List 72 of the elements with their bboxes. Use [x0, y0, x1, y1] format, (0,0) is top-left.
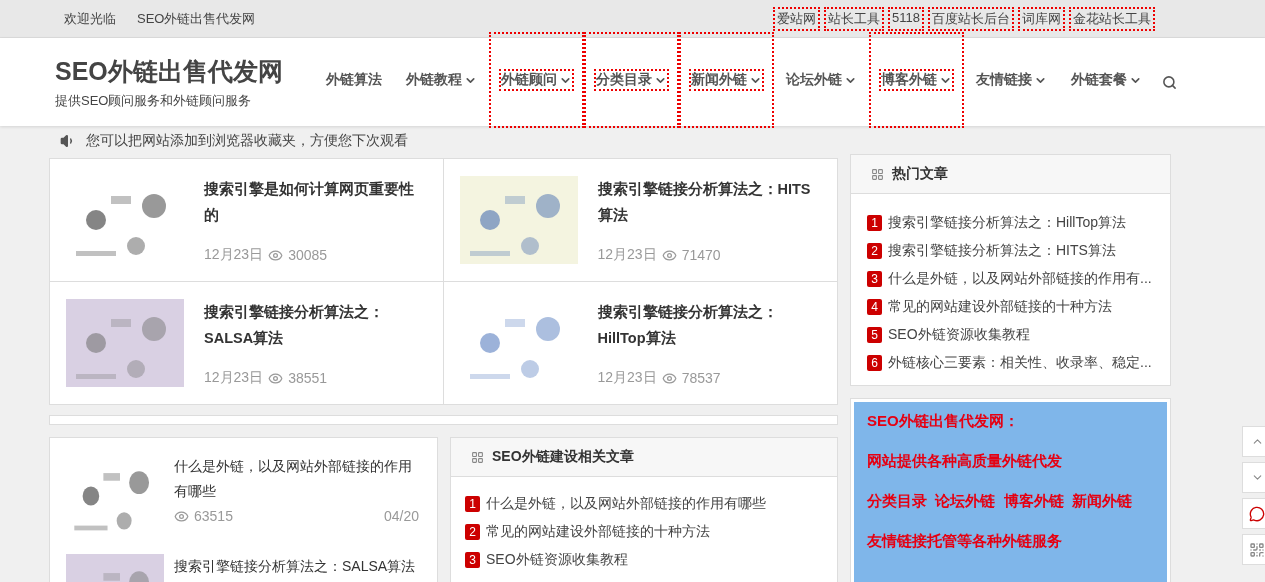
- article-date: 12月23日: [204, 246, 264, 264]
- welcome-text: 欢迎光临: [64, 9, 116, 28]
- post-date: 04/20: [383, 508, 419, 524]
- article-date: 12月23日: [597, 369, 657, 387]
- top-link[interactable]: 词库网: [1018, 6, 1065, 31]
- rank-number: 3: [465, 552, 480, 568]
- view-count: 71470: [681, 247, 721, 263]
- eye-icon: [661, 370, 677, 386]
- ad-text: 友情链接托管等各种外链服务: [867, 532, 1063, 551]
- nav-item[interactable]: 外链套餐: [1069, 69, 1144, 91]
- rank-number: 5: [867, 327, 882, 343]
- article-link[interactable]: 常见的网站建设外部链接的十种方法: [888, 298, 1112, 316]
- article-title[interactable]: 搜索引擎链接分析算法之：SALSA算法: [204, 299, 427, 351]
- nav-item[interactable]: 论坛外链: [784, 69, 859, 91]
- nav-item[interactable]: 分类目录: [594, 69, 669, 91]
- ad-text: 分类目录 论坛外链 博客外链 新闻外链: [867, 492, 1133, 511]
- article-link[interactable]: 什么是外链，以及网站外部链接的作用有哪些: [486, 495, 766, 513]
- search-icon[interactable]: [1162, 74, 1177, 90]
- top-link[interactable]: 5118: [888, 6, 924, 31]
- qr-code-button[interactable]: [1242, 534, 1265, 565]
- article-title[interactable]: 搜索引擎是如何计算网页重要性的: [204, 176, 427, 228]
- article-link[interactable]: 搜索引擎链接分析算法之：HillTop算法: [888, 214, 1126, 232]
- article-link[interactable]: 什么是外链，以及网站外部链接的作用有...: [888, 270, 1152, 288]
- top-link[interactable]: 站长工具: [824, 6, 885, 31]
- view-count: 38551: [288, 370, 328, 386]
- rank-number: 1: [465, 496, 480, 512]
- post-title[interactable]: 搜索引擎链接分析算法之：SALSA算法: [174, 554, 419, 579]
- panel-title: 热门文章: [892, 165, 948, 183]
- article-link[interactable]: 搜索引擎链接分析算法之：HITS算法: [888, 242, 1116, 260]
- site-name: SEO外链出售代发网: [137, 9, 256, 28]
- article-link[interactable]: SEO外链资源收集教程: [888, 326, 1030, 344]
- rank-number: 3: [867, 271, 882, 287]
- rank-number: 2: [465, 524, 480, 540]
- article-date: 12月23日: [204, 369, 264, 387]
- rank-number: 6: [867, 355, 882, 371]
- site-tagline: 提供SEO顾问服务和外链顾问服务: [55, 91, 253, 110]
- eye-icon: [268, 247, 284, 263]
- top-link[interactable]: 金花站长工具: [1069, 6, 1155, 31]
- article-title[interactable]: 搜索引擎链接分析算法之：HillTop算法: [597, 299, 821, 351]
- chat-button[interactable]: [1242, 498, 1265, 529]
- nav-item[interactable]: 博客外链: [879, 69, 954, 91]
- eye-icon: [268, 370, 284, 386]
- post-title[interactable]: 什么是外链，以及网站外部链接的作用有哪些: [174, 454, 419, 504]
- top-link[interactable]: 爱站网: [773, 6, 821, 31]
- top-link[interactable]: 百度站长后台: [928, 6, 1014, 31]
- nav-item[interactable]: 外链顾问: [499, 69, 574, 91]
- nav-item[interactable]: 外链算法: [324, 69, 384, 91]
- chat-icon: [1249, 505, 1265, 522]
- grid-icon: [471, 450, 484, 464]
- nav-item[interactable]: 外链教程: [404, 69, 479, 91]
- article-link[interactable]: 外链核心三要素：相关性、收录率、稳定...: [888, 354, 1152, 372]
- article-date: 12月23日: [597, 246, 657, 264]
- rank-number: 4: [867, 299, 882, 315]
- panel-title: SEO外链建设相关文章: [492, 448, 634, 466]
- grid-icon: [871, 167, 884, 181]
- article-link[interactable]: 常见的网站建设外部链接的十种方法: [486, 523, 710, 541]
- ad-text: SEO外链出售代发网：: [867, 412, 1020, 431]
- site-logo[interactable]: SEO外链出售代发网: [55, 54, 283, 88]
- notice-text: 您可以把网站添加到浏览器收藏夹，方便您下次观看: [86, 132, 408, 150]
- qr-code-icon: [1249, 541, 1265, 558]
- view-count: 78537: [681, 370, 721, 386]
- rank-number: 2: [867, 243, 882, 259]
- view-count: 63515: [194, 508, 233, 524]
- eye-icon: [661, 247, 677, 263]
- nav-item[interactable]: 新闻外链: [689, 69, 764, 91]
- eye-icon: [174, 508, 189, 524]
- view-count: 30085: [288, 247, 328, 263]
- rank-number: 1: [867, 215, 882, 231]
- article-title[interactable]: 搜索引擎链接分析算法之：HITS算法: [597, 176, 821, 228]
- nav-item[interactable]: 友情链接: [974, 69, 1049, 91]
- article-link[interactable]: SEO外链资源收集教程: [486, 551, 628, 569]
- ad-text: 网站提供各种高质量外链代发: [867, 452, 1063, 471]
